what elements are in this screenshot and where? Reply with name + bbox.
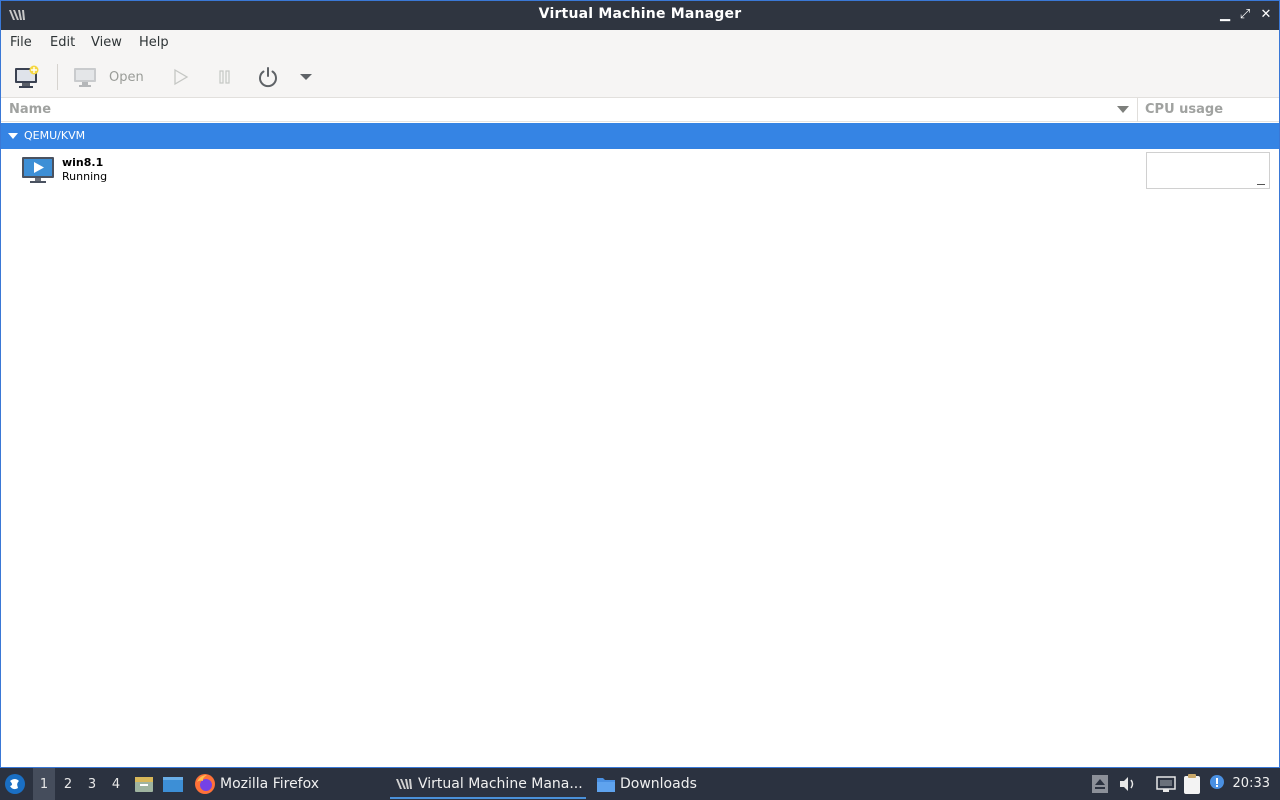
taskbar: 1 2 3 4 Mozilla Firefox Virtual Machine …	[0, 768, 1280, 800]
update-notifier-tray[interactable]	[1208, 768, 1226, 800]
clipboard-tray[interactable]	[1182, 768, 1202, 800]
main-window: Virtual Machine Manager ▁ ⤢ ✕ File Edit …	[0, 0, 1280, 768]
chevron-down-icon	[300, 74, 312, 80]
task-virt-manager[interactable]: Virtual Machine Mana...	[394, 768, 583, 800]
volume-icon	[1120, 777, 1134, 791]
pause-icon	[219, 70, 230, 84]
run-button[interactable]	[173, 62, 189, 92]
toolbar-separator	[57, 64, 58, 90]
play-icon	[174, 68, 189, 86]
pause-button[interactable]	[217, 62, 233, 92]
eject-icon	[1092, 775, 1108, 793]
expander-down-icon[interactable]	[8, 133, 18, 139]
virt-manager-icon	[396, 779, 412, 789]
running-vm-icon	[22, 157, 54, 183]
lubuntu-logo-icon	[5, 774, 25, 794]
window-title: Virtual Machine Manager	[538, 6, 742, 22]
menu-edit[interactable]: Edit	[50, 35, 75, 50]
sort-down-icon[interactable]	[1117, 106, 1129, 113]
monitor-icon	[74, 68, 96, 87]
task-label: Mozilla Firefox	[220, 776, 320, 792]
list-header: Name CPU usage	[1, 98, 1279, 122]
shutdown-menu-button[interactable]	[299, 62, 313, 92]
notification-icon	[1210, 775, 1224, 789]
task-downloads[interactable]: Downloads	[596, 768, 697, 800]
volume-tray[interactable]	[1118, 768, 1138, 800]
desktop-2[interactable]: 2	[57, 768, 79, 800]
start-menu-button[interactable]	[4, 768, 28, 800]
desktop-icon	[163, 777, 183, 792]
network-icon	[1156, 776, 1176, 792]
column-divider[interactable]	[1137, 98, 1138, 122]
new-vm-icon	[15, 65, 39, 88]
minimize-button[interactable]: ▁	[1217, 7, 1233, 23]
close-button[interactable]: ✕	[1258, 7, 1274, 23]
maximize-button[interactable]: ⤢	[1237, 7, 1253, 23]
menu-file[interactable]: File	[10, 35, 32, 50]
cpu-usage-column-header[interactable]: CPU usage	[1145, 102, 1223, 117]
connection-label: QEMU/KVM	[24, 129, 86, 142]
connection-row-qemu-kvm[interactable]: QEMU/KVM	[1, 123, 1279, 149]
shutdown-button[interactable]	[256, 62, 280, 92]
active-task-indicator	[390, 797, 586, 799]
title-bar[interactable]: Virtual Machine Manager ▁ ⤢ ✕	[1, 1, 1279, 30]
network-tray[interactable]	[1155, 768, 1177, 800]
cpu-usage-graph	[1146, 152, 1270, 189]
vm-name: win8.1	[62, 156, 104, 169]
clipboard-icon	[1184, 774, 1200, 794]
vm-status: Running	[62, 170, 108, 183]
open-label: Open	[109, 69, 144, 85]
menu-bar: File Edit View Help	[1, 30, 1279, 56]
show-desktop-button[interactable]	[162, 768, 184, 800]
open-button[interactable]: Open	[73, 62, 144, 92]
name-column-header[interactable]: Name	[9, 102, 51, 117]
file-manager-launcher[interactable]	[134, 768, 154, 800]
task-firefox[interactable]: Mozilla Firefox	[194, 768, 319, 800]
task-label: Downloads	[620, 776, 697, 792]
clock[interactable]: 20:33	[1233, 776, 1270, 791]
desktop-4[interactable]: 4	[105, 768, 127, 800]
vm-row-win8-1[interactable]: win8.1 Running	[1, 150, 1279, 192]
power-icon	[259, 67, 277, 88]
toolbar: Open	[1, 56, 1279, 98]
firefox-icon	[195, 774, 215, 794]
file-manager-icon	[135, 777, 153, 792]
folder-icon	[597, 778, 615, 792]
eject-tray[interactable]	[1091, 768, 1109, 800]
desktop-1[interactable]: 1	[33, 768, 55, 800]
desktop-3[interactable]: 3	[81, 768, 103, 800]
cpu-usage-line	[1257, 184, 1265, 185]
new-vm-button[interactable]	[13, 62, 41, 92]
menu-view[interactable]: View	[91, 35, 122, 50]
task-label: Virtual Machine Mana...	[418, 776, 583, 792]
menu-help[interactable]: Help	[139, 35, 169, 50]
